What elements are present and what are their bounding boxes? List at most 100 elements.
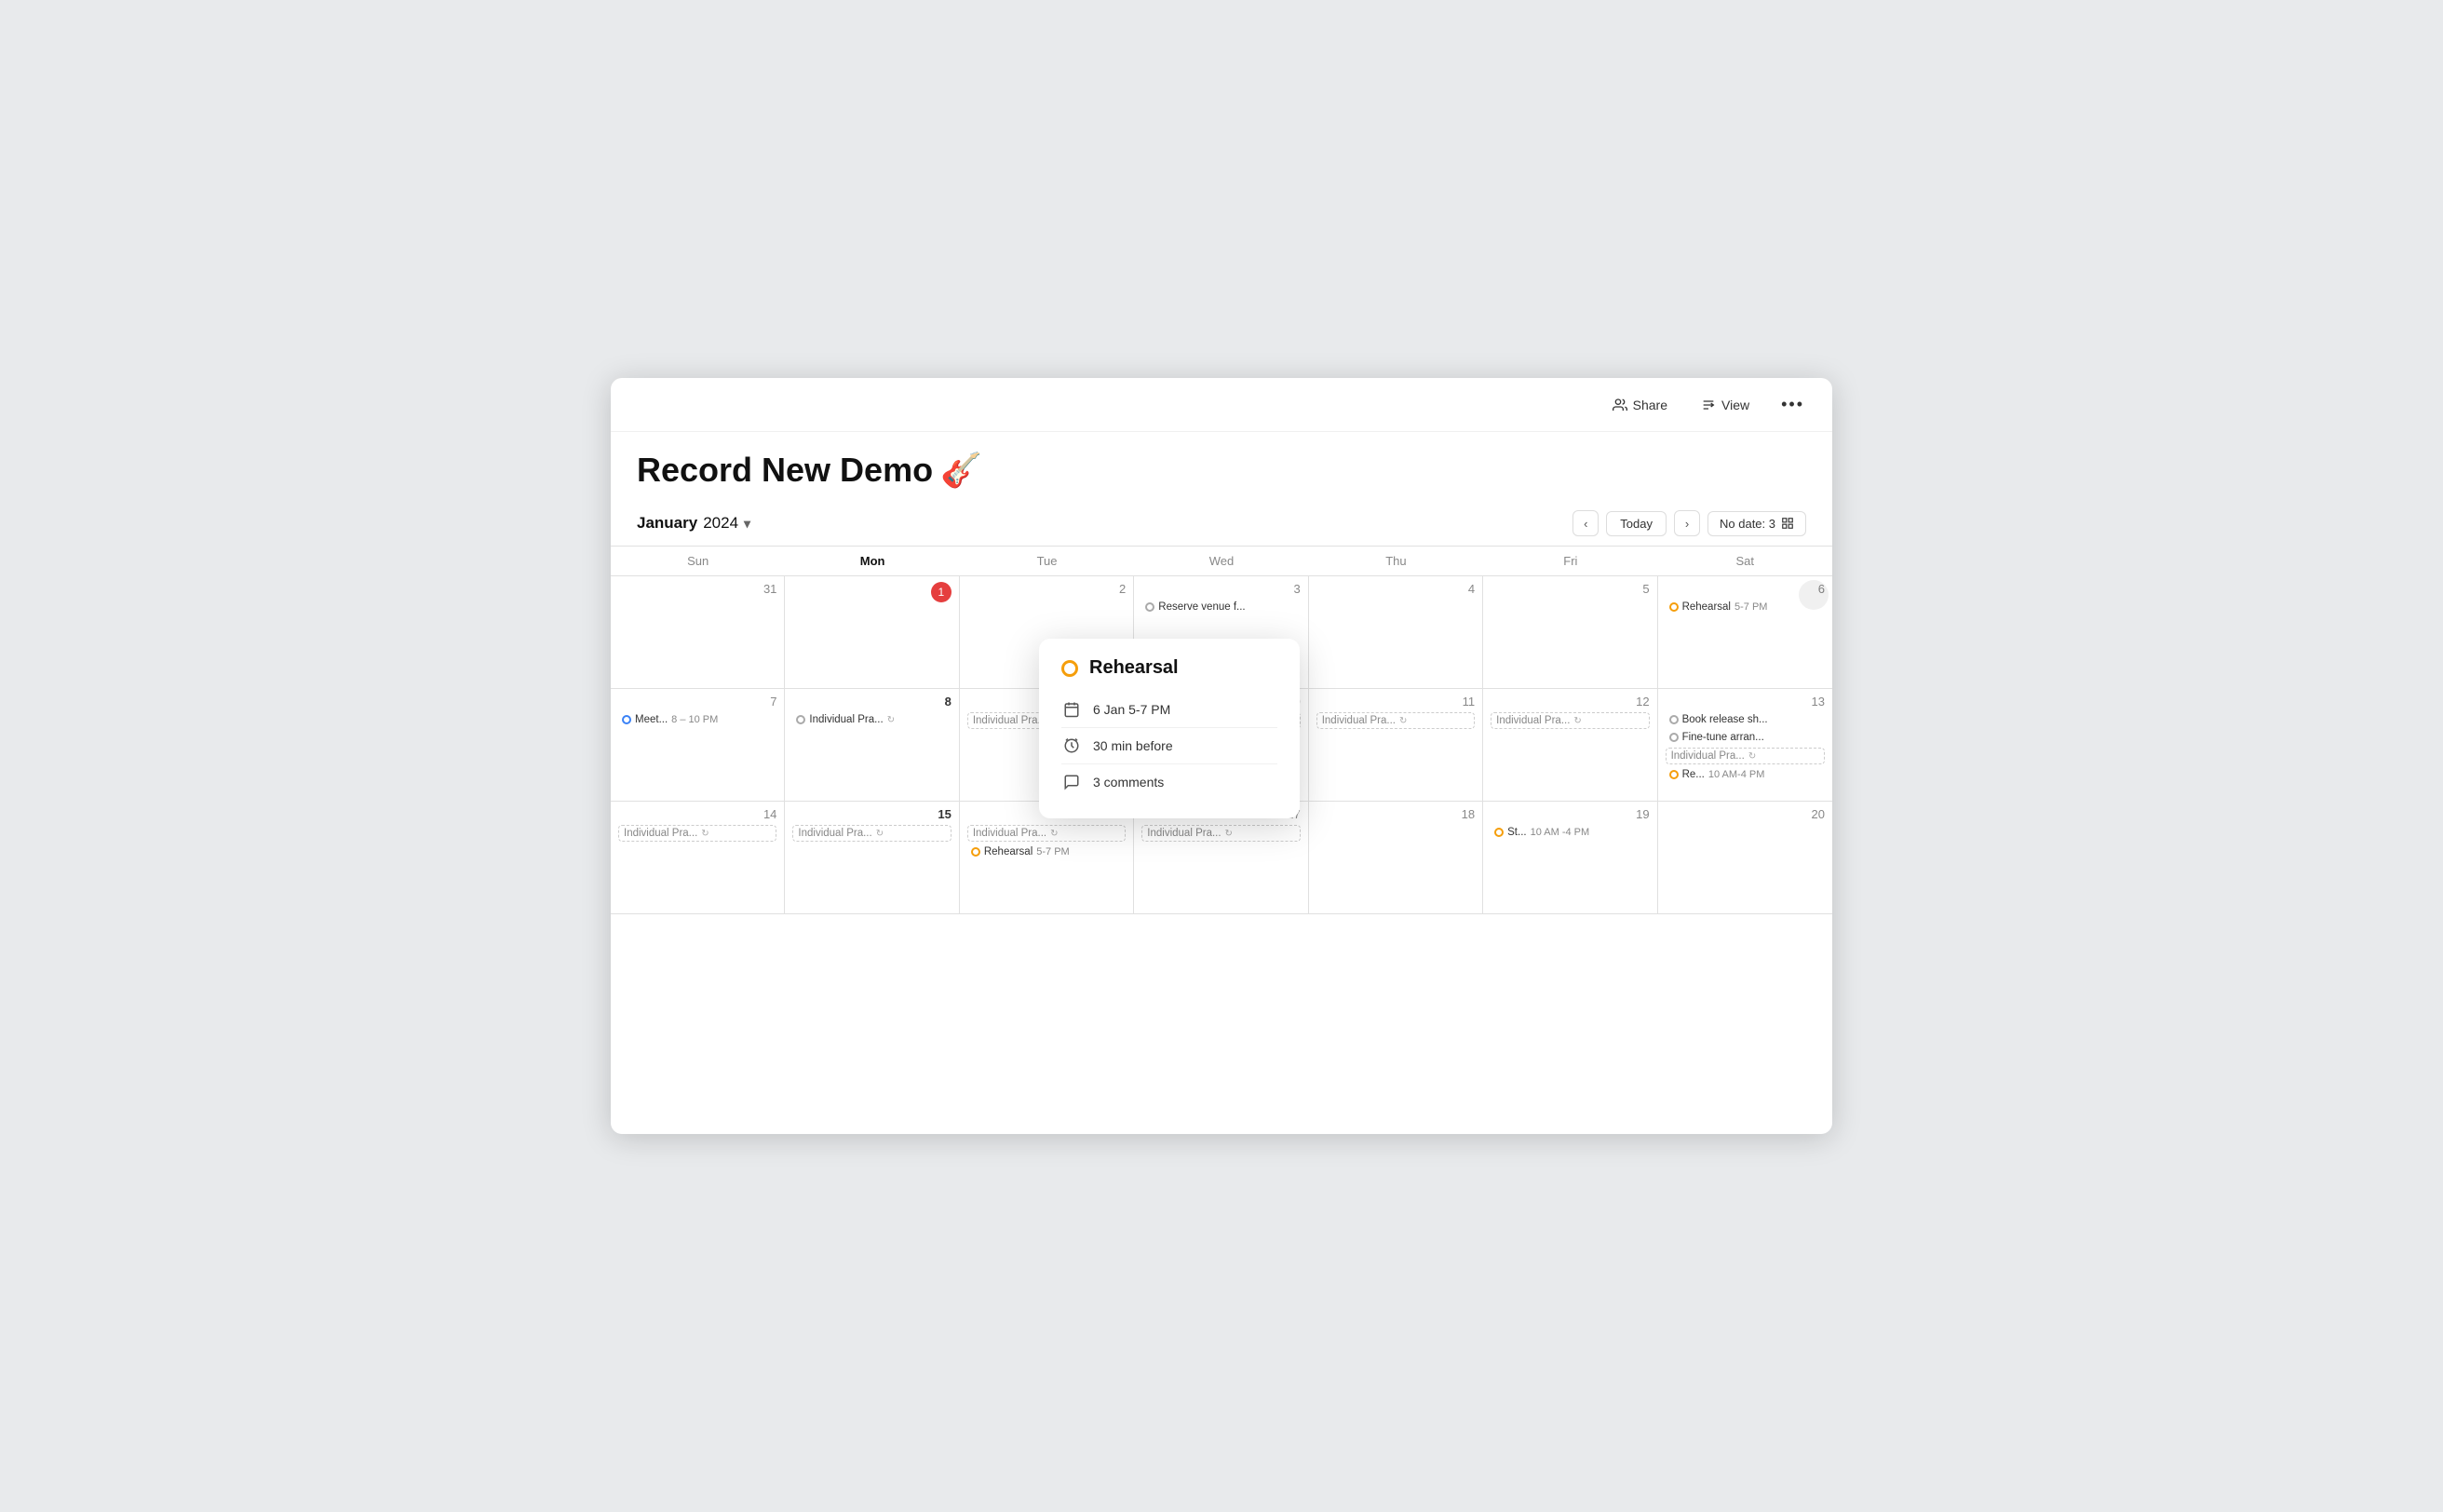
event-text: Individual Pra... [798,828,871,839]
event-text: Individual Pra... [1322,715,1396,726]
day-cell-7[interactable]: 7 Meet... 8 – 10 PM [611,689,785,801]
event-fine-tune-13[interactable]: Fine-tune arran... [1666,730,1825,745]
prev-arrow-icon: ‹ [1584,517,1587,531]
day-number: 20 [1666,807,1825,821]
event-re-13[interactable]: Re... 10 AM-4 PM [1666,767,1825,782]
day-cell-13[interactable]: 13 Book release sh... Fine-tune arran...… [1658,689,1832,801]
top-bar: Share View ••• [611,378,1832,432]
day-number: 5 [1491,582,1649,596]
event-meet-7[interactable]: Meet... 8 – 10 PM [618,712,776,727]
chevron-down-icon: ▾ [744,516,750,532]
day-number: 12 [1491,695,1649,709]
day-cell-6[interactable]: 6 Rehearsal 5-7 PM [1658,576,1832,688]
day-number: 8 [792,695,951,709]
popup-title: Rehearsal [1089,657,1179,679]
view-icon [1701,398,1716,412]
view-button[interactable]: View [1690,392,1761,418]
day-cell-8[interactable]: 8 Individual Pra... ↻ [785,689,959,801]
share-button[interactable]: Share [1601,392,1679,418]
event-text: Individual Pra... [1147,828,1221,839]
popup-title-row: Rehearsal [1061,657,1277,679]
day-cell-15[interactable]: 15 Individual Pra... ↻ [785,802,959,913]
event-book-release-13[interactable]: Book release sh... [1666,712,1825,727]
popup-date-row: 6 Jan 5-7 PM [1061,692,1277,728]
today-button[interactable]: Today [1606,511,1667,536]
day-number: 3 [1141,582,1300,596]
day-number: 7 [618,695,776,709]
alarm-icon [1061,736,1082,756]
event-individual-15[interactable]: Individual Pra... ↻ [792,825,951,842]
page-title-text: Record New Demo [637,451,933,490]
event-text: Individual Pra... [973,828,1046,839]
popup-reminder-row: 30 min before [1061,728,1277,764]
day-cell-1[interactable]: 1 [785,576,959,688]
hover-circle [1799,580,1829,610]
day-number: 2 [967,582,1126,596]
event-text: Individual Pra... [1496,715,1570,726]
day-header-thu: Thu [1309,547,1483,575]
repeat-icon: ↻ [887,715,895,725]
comment-icon [1061,772,1082,792]
event-individual-11[interactable]: Individual Pra... ↻ [1316,712,1475,729]
event-dot-blue [622,715,631,724]
event-dot-orange [1669,602,1679,612]
day-cell-11[interactable]: 11 Individual Pra... ↻ [1309,689,1483,801]
day-cell-12[interactable]: 12 Individual Pra... ↻ [1483,689,1657,801]
day-header-mon: Mon [785,547,959,575]
day-header-sun: Sun [611,547,785,575]
repeat-icon: ↻ [1225,829,1233,839]
event-text: St... [1507,827,1526,838]
repeat-icon: ↻ [1748,751,1756,762]
repeat-icon: ↻ [1399,716,1407,726]
event-time: 5-7 PM [1036,846,1069,857]
day-number: 14 [618,807,776,821]
prev-month-button[interactable]: ‹ [1572,510,1599,536]
repeat-icon: ↻ [1573,716,1581,726]
day-header-tue: Tue [960,547,1134,575]
day-header-fri: Fri [1483,547,1657,575]
event-dot-gray [1669,715,1679,724]
event-dot-orange [971,847,980,857]
view-label: View [1721,398,1749,412]
event-dot-orange [1494,828,1504,837]
popup-comments-row: 3 comments [1061,764,1277,800]
event-individual-12[interactable]: Individual Pra... ↻ [1491,712,1649,729]
event-individual-8[interactable]: Individual Pra... ↻ [792,712,951,727]
day-cell-18[interactable]: 18 [1309,802,1483,913]
share-label: Share [1633,398,1667,412]
day-cell-16[interactable]: 16 Individual Pra... ↻ Rehearsal 5-7 PM [960,802,1134,913]
more-dots: ••• [1781,395,1804,413]
popup-event-dot [1061,660,1078,677]
event-reserve-venue[interactable]: Reserve venue f... [1141,600,1300,614]
next-month-button[interactable]: › [1674,510,1700,536]
day-cell-4[interactable]: 4 [1309,576,1483,688]
event-individual-14[interactable]: Individual Pra... ↻ [618,825,776,842]
event-individual-13[interactable]: Individual Pra... ↻ [1666,748,1825,764]
repeat-icon: ↻ [701,829,709,839]
popup-reminder-text: 30 min before [1093,738,1173,753]
event-text: Book release sh... [1682,714,1768,725]
event-time: 8 – 10 PM [671,714,718,725]
no-date-label: No date: 3 [1720,517,1775,531]
page-title: Record New Demo 🎸 [637,451,1806,490]
nav-controls: ‹ Today › No date: 3 [1572,510,1806,536]
month-year-label[interactable]: January 2024 ▾ [637,514,750,533]
day-cell-19[interactable]: 19 St... 10 AM -4 PM [1483,802,1657,913]
day-cell-31[interactable]: 31 [611,576,785,688]
day-cell-14[interactable]: 14 Individual Pra... ↻ [611,802,785,913]
month-name: January [637,514,697,533]
more-button[interactable]: ••• [1772,389,1814,420]
event-individual-16[interactable]: Individual Pra... ↻ [967,825,1126,842]
event-text: Reserve venue f... [1158,601,1245,613]
day-cell-20[interactable]: 20 [1658,802,1832,913]
event-individual-17[interactable]: Individual Pra... ↻ [1141,825,1300,842]
event-text: Fine-tune arran... [1682,732,1764,743]
day-cell-5[interactable]: 5 [1483,576,1657,688]
day-header-wed: Wed [1134,547,1308,575]
day-cell-17[interactable]: 17 Individual Pra... ↻ [1134,802,1308,913]
event-rehearsal-16[interactable]: Rehearsal 5-7 PM [967,844,1126,859]
event-time: 5-7 PM [1734,601,1767,613]
day-headers: Sun Mon Tue Wed Thu Fri Sat [611,547,1832,576]
event-st-19[interactable]: St... 10 AM -4 PM [1491,825,1649,840]
no-date-button[interactable]: No date: 3 [1707,511,1806,536]
